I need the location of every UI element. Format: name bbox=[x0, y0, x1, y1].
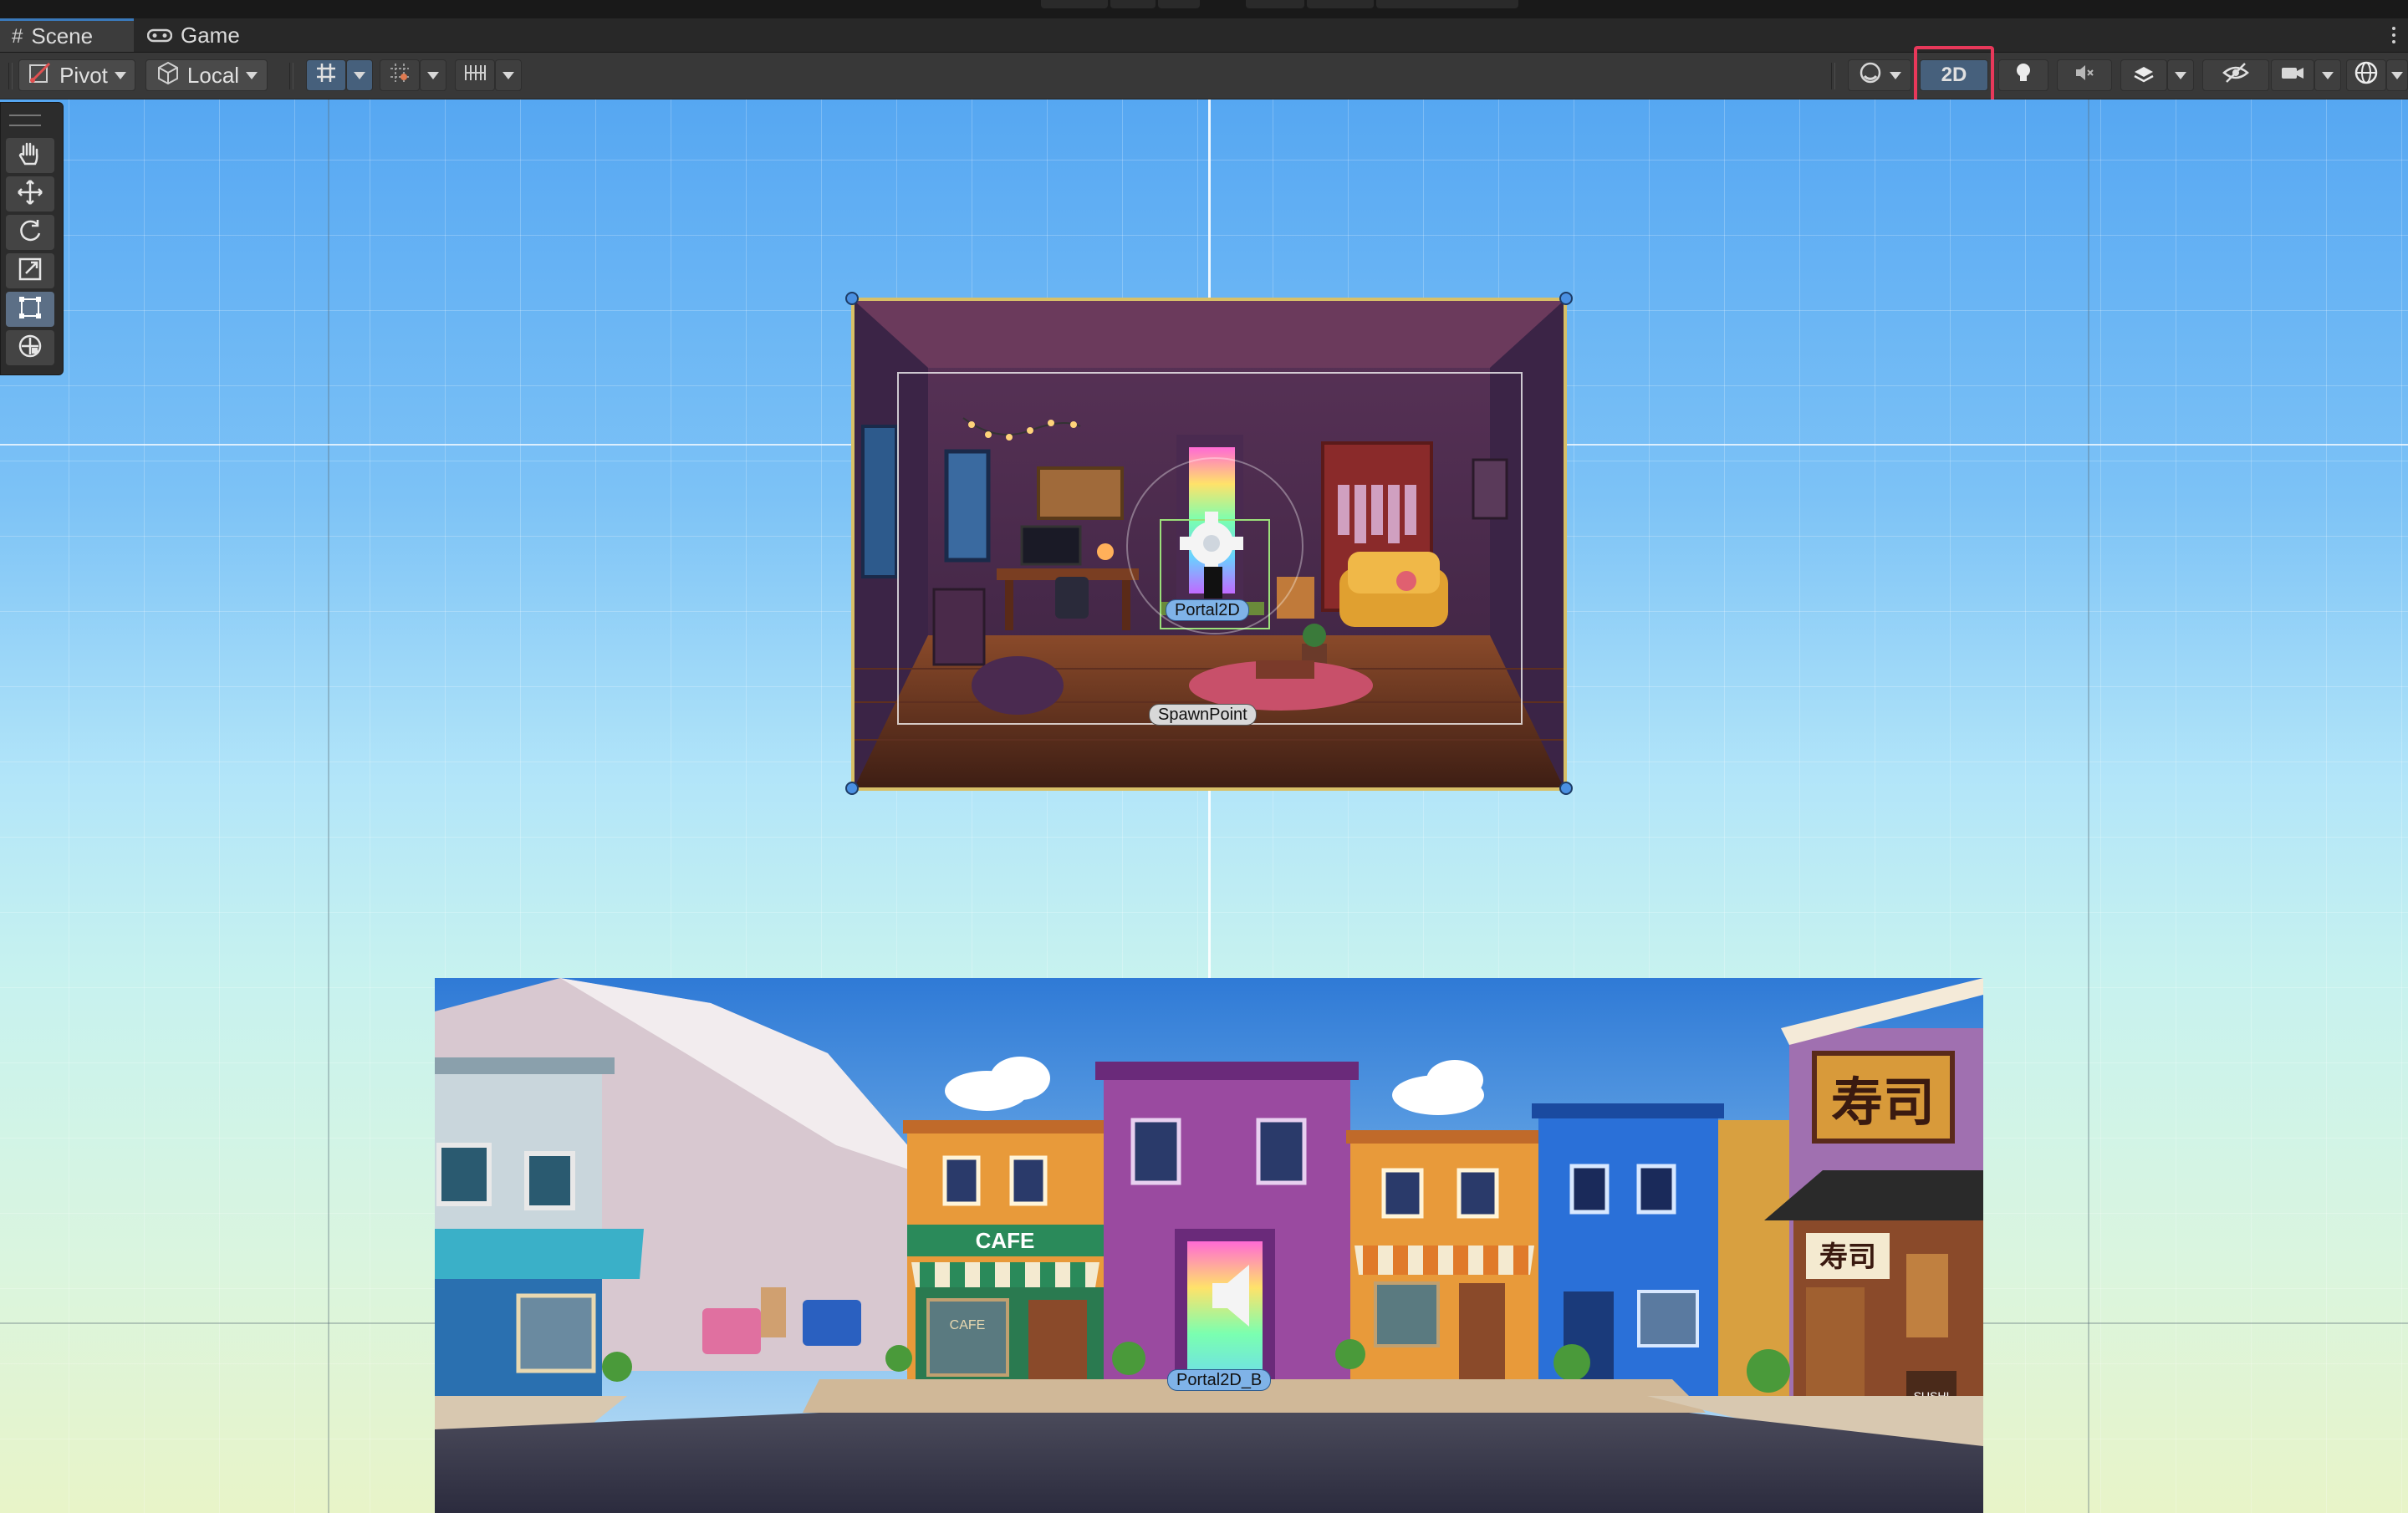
chevron-down-icon bbox=[503, 71, 514, 79]
camera-icon bbox=[2279, 60, 2306, 91]
spawnpoint-label[interactable]: SpawnPoint bbox=[1149, 704, 1257, 726]
chevron-down-icon bbox=[1890, 71, 1901, 79]
lightbulb-icon bbox=[2011, 60, 2036, 91]
2d-button-highlight bbox=[1914, 46, 1994, 104]
increment-snap-options[interactable] bbox=[420, 59, 446, 91]
chevron-down-icon bbox=[354, 71, 365, 79]
top-strip-button[interactable] bbox=[1307, 0, 1374, 8]
effects-options[interactable] bbox=[2167, 59, 2194, 91]
cube-icon bbox=[156, 60, 181, 91]
transform-icon bbox=[16, 332, 44, 364]
palette-grip-icon[interactable] bbox=[9, 115, 41, 126]
top-strip-button[interactable] bbox=[1246, 0, 1304, 8]
grid-major-line bbox=[328, 99, 329, 1513]
sushi-curtain-text: 寿司 bbox=[1819, 1240, 1876, 1274]
shading-sphere-icon bbox=[1858, 60, 1883, 91]
rotate-tool[interactable] bbox=[6, 215, 54, 250]
chevron-down-icon bbox=[2322, 71, 2334, 79]
transform-tool[interactable] bbox=[6, 330, 54, 365]
tab-game-label: Game bbox=[181, 22, 240, 48]
gamepad-icon bbox=[146, 23, 173, 48]
rect-handle-top-left[interactable] bbox=[845, 292, 859, 305]
rect-tool[interactable] bbox=[6, 292, 54, 327]
scale-icon bbox=[16, 255, 44, 288]
grid-visibility-options[interactable] bbox=[495, 59, 522, 91]
grid-snap-button[interactable] bbox=[306, 59, 346, 91]
view-tab-bar: # Scene Game bbox=[0, 18, 2408, 53]
chevron-down-icon bbox=[2391, 71, 2403, 79]
top-strip-button[interactable] bbox=[1376, 0, 1518, 8]
tab-game[interactable]: Game bbox=[135, 18, 253, 52]
increment-snap-button[interactable] bbox=[380, 59, 420, 91]
effects-toggle[interactable] bbox=[2120, 59, 2167, 91]
move-icon bbox=[16, 178, 44, 211]
grid-major-line bbox=[2088, 99, 2089, 1513]
hand-tool[interactable] bbox=[6, 138, 54, 173]
scene-camera-options[interactable] bbox=[2314, 59, 2341, 91]
ruler-grid-icon bbox=[462, 60, 487, 91]
scene-viewport[interactable]: Portal2D SpawnPoint CAFE CAFE 寿司 寿司 Port… bbox=[0, 99, 2408, 1513]
layers-effects-icon bbox=[2131, 60, 2156, 91]
tab-scene-label: Scene bbox=[31, 23, 94, 48]
room-sprite[interactable]: Portal2D SpawnPoint bbox=[851, 298, 1567, 791]
chevron-down-icon bbox=[427, 71, 439, 79]
local-label: Local bbox=[186, 62, 240, 88]
portal2d-b-label[interactable]: Portal2D_B bbox=[1167, 1369, 1272, 1391]
gizmos-toggle[interactable] bbox=[2346, 59, 2386, 91]
scale-tool[interactable] bbox=[6, 253, 54, 288]
gizmo-globe-icon bbox=[2353, 59, 2380, 92]
toolbar-separator bbox=[289, 63, 293, 89]
scene-camera-button[interactable] bbox=[2271, 59, 2314, 91]
top-strip-button[interactable] bbox=[1041, 0, 1108, 8]
eye-hidden-icon bbox=[2222, 60, 2250, 91]
rotate-icon bbox=[16, 217, 44, 249]
cafe-window-text: CAFE bbox=[950, 1318, 986, 1332]
grid-icon: # bbox=[12, 24, 23, 48]
chevron-down-icon bbox=[114, 71, 126, 79]
lighting-toggle[interactable] bbox=[1998, 59, 2048, 91]
window-top-strip bbox=[0, 0, 2408, 18]
toolbar-separator bbox=[1831, 63, 1835, 89]
hand-icon bbox=[16, 140, 44, 172]
cafe-sign-text: CAFE bbox=[976, 1228, 1035, 1253]
scene-visibility-toggle[interactable] bbox=[2202, 59, 2269, 91]
rect-handle-bottom-right[interactable] bbox=[1559, 782, 1573, 795]
gizmos-options[interactable] bbox=[2386, 59, 2408, 91]
chevron-down-icon bbox=[246, 71, 258, 79]
tool-palette bbox=[0, 102, 64, 375]
increment-snap-icon bbox=[387, 60, 412, 91]
scene-toolbar: Pivot Local 2D bbox=[0, 46, 2408, 104]
pivot-dropdown[interactable]: Pivot bbox=[18, 59, 135, 91]
toolbar-separator bbox=[8, 63, 13, 89]
audio-muted-icon bbox=[2072, 60, 2097, 91]
grid-snap-icon bbox=[314, 60, 339, 91]
street-sprite[interactable]: CAFE CAFE 寿司 寿司 Portal2D_B bbox=[435, 978, 1983, 1513]
kebab-menu-icon[interactable] bbox=[2388, 18, 2400, 52]
move-tool[interactable] bbox=[6, 176, 54, 211]
pivot-icon bbox=[28, 60, 53, 91]
pivot-label: Pivot bbox=[59, 62, 108, 88]
audio-toggle[interactable] bbox=[2057, 59, 2112, 91]
draw-mode-dropdown[interactable] bbox=[1848, 59, 1911, 91]
portal2d-label[interactable]: Portal2D bbox=[1166, 599, 1249, 621]
local-dropdown[interactable]: Local bbox=[145, 59, 268, 91]
rect-handle-top-right[interactable] bbox=[1559, 292, 1573, 305]
sushi-sign-text: 寿司 bbox=[1831, 1072, 1935, 1133]
tab-scene[interactable]: # Scene bbox=[0, 18, 134, 52]
street-illustration: CAFE CAFE 寿司 寿司 bbox=[435, 978, 1983, 1513]
chevron-down-icon bbox=[2175, 71, 2186, 79]
top-strip-button[interactable] bbox=[1158, 0, 1200, 8]
top-strip-button[interactable] bbox=[1110, 0, 1156, 8]
grid-snap-options[interactable] bbox=[346, 59, 373, 91]
rect-handle-bottom-left[interactable] bbox=[845, 782, 859, 795]
grid-visibility-button[interactable] bbox=[455, 59, 495, 91]
rect-transform-icon bbox=[16, 293, 44, 326]
